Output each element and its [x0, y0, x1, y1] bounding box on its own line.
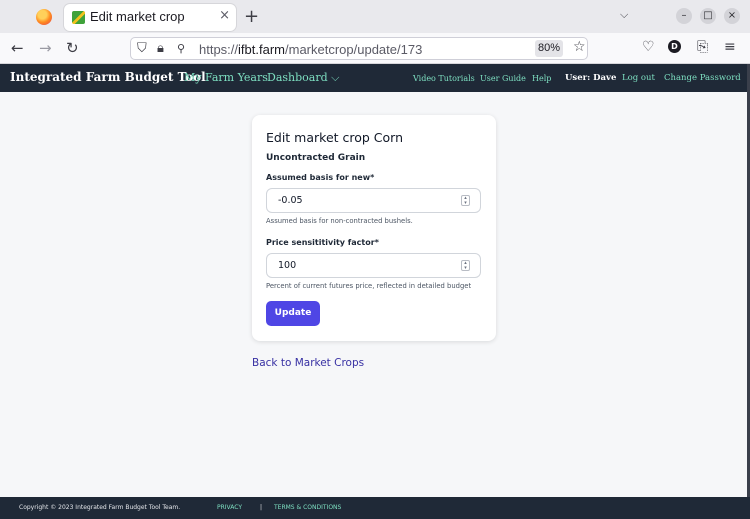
current-user: User: Dave: [565, 73, 617, 83]
basis-label: Assumed basis for new*: [266, 173, 375, 182]
page-title: Edit market crop Corn: [266, 130, 404, 145]
browser-tab[interactable]: Edit market crop ×: [64, 4, 236, 31]
nav-logout[interactable]: Log out: [622, 73, 655, 83]
menu-icon[interactable]: ≡: [724, 39, 736, 55]
nav-dashboard[interactable]: Dashboard ⌵: [267, 71, 339, 85]
privacy-link[interactable]: PRIVACY: [217, 504, 242, 511]
url-path: /marketcrop/update/173: [285, 42, 423, 57]
terms-link[interactable]: TERMS & CONDITIONS: [274, 504, 341, 511]
basis-help-text: Assumed basis for non-contracted bushels…: [266, 217, 413, 225]
zoom-level[interactable]: 80%: [535, 40, 563, 57]
basis-value: -0.05: [278, 195, 303, 206]
url-scheme: https://: [199, 42, 239, 57]
number-spinner-icon[interactable]: ▴ ▾: [461, 195, 470, 206]
permissions-icon[interactable]: ⚲: [177, 42, 185, 55]
forward-arrow-icon[interactable]: →: [39, 39, 52, 57]
back-to-market-crops-link[interactable]: Back to Market Crops: [252, 357, 364, 369]
price-label: Price sensititivity factor*: [266, 238, 379, 247]
browser-tab-bar: Edit market crop × + ⌵ – □ ×: [0, 0, 750, 33]
browser-nav-bar: ← → ↻ ⛉ 🔒︎ ⚲ https://ifbt.farm/marketcro…: [0, 33, 750, 64]
footer: Copyright © 2023 Integrated Farm Budget …: [0, 497, 750, 519]
url-bar[interactable]: ⛉ 🔒︎ ⚲ https://ifbt.farm/marketcrop/upda…: [130, 37, 588, 60]
price-help-text: Percent of current futures price, reflec…: [266, 282, 472, 290]
list-tabs-icon[interactable]: ⌵: [620, 8, 628, 22]
price-input[interactable]: 100 ▴ ▾: [266, 253, 481, 278]
update-button[interactable]: Update: [266, 301, 320, 326]
lock-icon[interactable]: 🔒︎: [157, 41, 164, 56]
url-host: ifbt.farm: [238, 42, 285, 57]
url-text[interactable]: https://ifbt.farm/marketcrop/update/173: [199, 42, 422, 57]
nav-my-farm-years[interactable]: My Farm Years: [184, 71, 268, 84]
minimize-icon[interactable]: –: [676, 8, 692, 24]
bookmark-star-icon[interactable]: ☆: [573, 39, 586, 55]
copyright-text: Copyright © 2023 Integrated Farm Budget …: [19, 504, 181, 511]
nav-help[interactable]: Help: [532, 74, 551, 83]
tab-title: Edit market crop: [90, 9, 185, 24]
shield-icon[interactable]: ⛉: [137, 41, 147, 56]
edit-market-crop-card: Edit market crop Corn Uncontracted Grain…: [252, 115, 496, 341]
site-favicon-icon: [72, 11, 85, 24]
price-value: 100: [278, 260, 297, 271]
nav-video-tutorials[interactable]: Video Tutorials: [413, 74, 475, 83]
pocket-icon[interactable]: ♡: [642, 39, 655, 55]
number-spinner-icon[interactable]: ▴ ▾: [461, 260, 470, 271]
nav-dashboard-label: Dashboard: [267, 71, 328, 84]
footer-separator: |: [260, 504, 263, 511]
nav-change-password[interactable]: Change Password: [664, 73, 741, 83]
app-header: Integrated Farm Budget Tool My Farm Year…: [0, 64, 750, 92]
chevron-down-icon: ⌵: [331, 71, 340, 84]
basis-input[interactable]: -0.05 ▴ ▾: [266, 188, 481, 213]
maximize-icon[interactable]: □: [700, 8, 716, 24]
back-arrow-icon[interactable]: ←: [11, 39, 24, 57]
firefox-icon[interactable]: [36, 9, 52, 25]
brand-title[interactable]: Integrated Farm Budget Tool: [10, 70, 206, 84]
profile-avatar[interactable]: D: [668, 40, 681, 53]
reload-icon[interactable]: ↻: [66, 39, 79, 57]
nav-user-guide[interactable]: User Guide: [480, 74, 526, 83]
window-close-icon[interactable]: ×: [724, 8, 740, 24]
extensions-icon[interactable]: ⎘: [697, 39, 708, 55]
tab-close-icon[interactable]: ×: [219, 8, 230, 23]
section-heading: Uncontracted Grain: [266, 153, 366, 163]
new-tab-icon[interactable]: +: [244, 6, 259, 27]
